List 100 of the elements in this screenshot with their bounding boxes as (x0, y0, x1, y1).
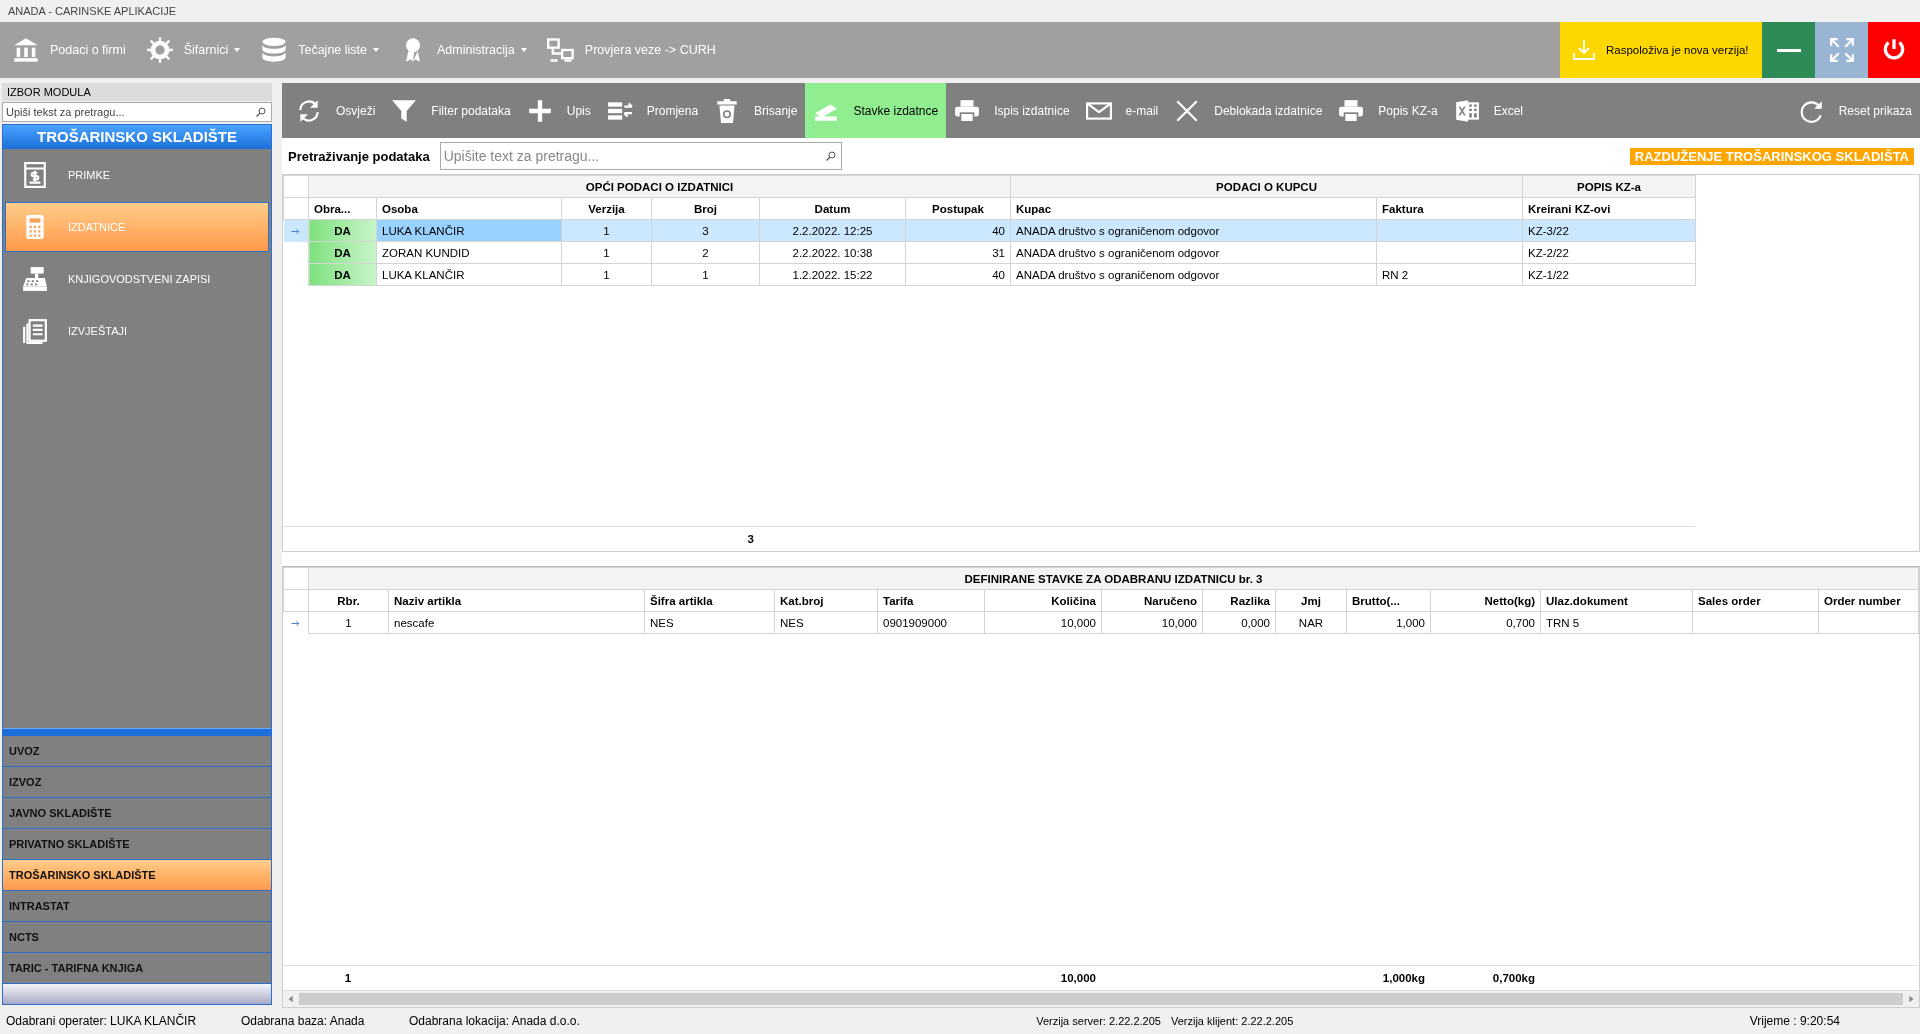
reset-button[interactable]: Reset prikaza (1790, 83, 1920, 138)
table-cell: 40 (905, 263, 1011, 286)
table-cell: 2.2.2022. 12:25 (759, 219, 906, 242)
receipt-icon (22, 162, 48, 188)
table-cell: 1 (561, 241, 652, 264)
table-cell: 1 (651, 263, 760, 286)
table-cell: 1 (561, 263, 652, 286)
nav-item[interactable]: KNJIGOVODSTVENI ZAPISI (5, 254, 269, 304)
refresh-icon (296, 97, 322, 124)
database-icon (260, 36, 289, 64)
nav-item[interactable]: IZVJEŠTAJI (5, 306, 269, 356)
column-header[interactable]: Naziv artikla (388, 589, 645, 612)
scroll-left-icon (286, 994, 296, 1004)
table-cell: NES (774, 611, 878, 634)
table-cell: 0901909000 (877, 611, 985, 634)
column-header[interactable]: Kreirani KZ-ovi (1522, 197, 1696, 220)
splitter-handle[interactable] (3, 728, 271, 736)
table-cell: 10,000 (1101, 611, 1203, 634)
filter-icon (391, 97, 418, 124)
status-text: Vrijeme : 9:20:54 (1749, 1014, 1840, 1028)
summary-value: 1 (308, 965, 388, 990)
summary-value: 0,700kg (1430, 965, 1540, 990)
toolbar-button[interactable]: Deblokada izdatnice (1166, 83, 1331, 138)
toolbar-button[interactable]: Promjena (598, 83, 707, 138)
table-cell: 2.2.2022. 10:38 (759, 241, 906, 264)
toolbar-button[interactable]: Ispis izdatnice (946, 83, 1078, 138)
table-cell: KZ-2/22 (1522, 241, 1696, 264)
table-cell: DA (308, 219, 377, 242)
table-cell: RN 2 (1376, 263, 1523, 286)
toolbar-button[interactable]: e-mail (1077, 83, 1167, 138)
column-header[interactable]: Ulaz.dokument (1540, 589, 1693, 612)
scroll-right-icon (1906, 994, 1916, 1004)
table-cell: 0,000 (1202, 611, 1276, 634)
table-row[interactable]: DA ZORAN KUNDID 1 2 2.2.2022. 10:38 31 ANADA društvo s ograničenom odgovor KZ-2/22 (283, 241, 1696, 264)
table-cell: ANADA društvo s ograničenom odgovor (1010, 219, 1377, 242)
column-group-header: POPIS KZ-a (1522, 175, 1696, 198)
table-cell: ANADA društvo s ograničenom odgovor (1010, 241, 1377, 264)
table-cell: 31 (905, 241, 1011, 264)
table-cell: KZ-1/22 (1522, 263, 1696, 286)
plus-icon (526, 97, 553, 124)
toolbar-button[interactable]: Brisanje (706, 83, 806, 138)
table-cell: 1.2.2022. 15:22 (759, 263, 906, 286)
table-cell: DA (308, 241, 377, 264)
minimize-icon (1775, 48, 1802, 52)
power-button[interactable] (1868, 22, 1920, 78)
column-header[interactable]: Faktura (1376, 197, 1523, 220)
fullscreen-icon (1828, 37, 1855, 63)
table-row[interactable]: DA LUKA KLANČIR 1 3 2.2.2022. 12:25 40 ANADA društvo s ograničenom odgovor KZ-3/22 (283, 219, 1696, 242)
download-icon (1572, 38, 1596, 62)
gear-icon (145, 36, 174, 64)
fullscreen-button[interactable] (1815, 22, 1868, 78)
module-badge: RAZDUŽENJE TROŠARINSKOG SKLADIŠTA (1629, 147, 1914, 165)
toolbar-button[interactable]: Excel (1445, 83, 1531, 138)
status-text: Odabrana baza: Anada (241, 1014, 366, 1028)
table-cell: 10,000 (984, 611, 1102, 634)
status-text: Odabrani operater: LUKA KLANČIR (6, 1014, 198, 1028)
cash-register-icon (22, 266, 48, 292)
printer-icon (954, 97, 981, 124)
printer-icon (1338, 97, 1365, 124)
network-icon (546, 36, 575, 64)
minimize-button[interactable] (1762, 22, 1815, 78)
column-header[interactable]: Šifra artikla (644, 589, 775, 612)
search-input[interactable]: Upišite text za pretragu... (440, 148, 841, 164)
toolbar-button[interactable]: Osvježi (288, 83, 384, 138)
column-header[interactable]: Kupac (1010, 197, 1377, 220)
update-button[interactable]: Raspoloživa je nova verzija! (1560, 22, 1762, 78)
table-cell: LUKA KLANČIR (376, 263, 562, 286)
search-icon (255, 106, 267, 118)
table-cell: 0,700 (1430, 611, 1541, 634)
column-header[interactable]: Datum (759, 197, 906, 220)
table-cell: DA (308, 263, 377, 286)
section-title: TROŠARINSKO SKLADIŠTE (3, 125, 271, 149)
table-cell: ANADA društvo s ograničenom odgovor (1010, 263, 1377, 286)
column-header[interactable]: Osoba (376, 197, 562, 220)
toolbar-button[interactable]: Filter podataka (383, 83, 519, 138)
module-item[interactable]: TROŠARINSKO SKLADIŠTE (3, 860, 271, 891)
toolbar-button[interactable]: Upis (518, 83, 599, 138)
toolbar-button[interactable]: Stavke izdatnce (805, 83, 947, 138)
summary-value: 3 (651, 526, 759, 551)
documents-icon (22, 318, 48, 344)
horizontal-scrollbar[interactable] (283, 990, 1919, 1007)
table-cell: 1 (308, 611, 389, 634)
table-cell: ZORAN KUNDID (376, 241, 562, 264)
status-text: Odabrana lokacija: Anada d.o.o. (409, 1014, 580, 1028)
table-row[interactable]: DA LUKA KLANČIR 1 1 1.2.2022. 15:22 40 ANADA društvo s ograničenom odgovor RN 2 KZ-1/22 (283, 263, 1696, 286)
table-cell: nescafe (388, 611, 645, 634)
status-text: Verzija klijent: 2.22.2.205 (1170, 1015, 1294, 1027)
search-field[interactable]: Upišite text za pretragu... (439, 142, 842, 170)
search-icon (824, 150, 837, 162)
status-text: Verzija server: 2.22.2.205 (1036, 1015, 1161, 1027)
toolbar-button[interactable]: Popis KZ-a (1330, 83, 1446, 138)
nav-item[interactable]: PRIMKE (5, 150, 269, 200)
table-cell: NES (644, 611, 775, 634)
bank-icon (12, 36, 40, 64)
summary-value: 1,000kg (1346, 965, 1430, 990)
row-pointer-icon (290, 226, 302, 237)
table-cell: KZ-3/22 (1522, 219, 1696, 242)
column-group-header: PODACI O KUPCU (1010, 175, 1523, 198)
grid-title: DEFINIRANE STAVKE ZA ODABRANU IZDATNICU br. 3 (308, 567, 1919, 590)
column-group-header: OPĆI PODACI O IZDATNICI (308, 175, 1011, 198)
